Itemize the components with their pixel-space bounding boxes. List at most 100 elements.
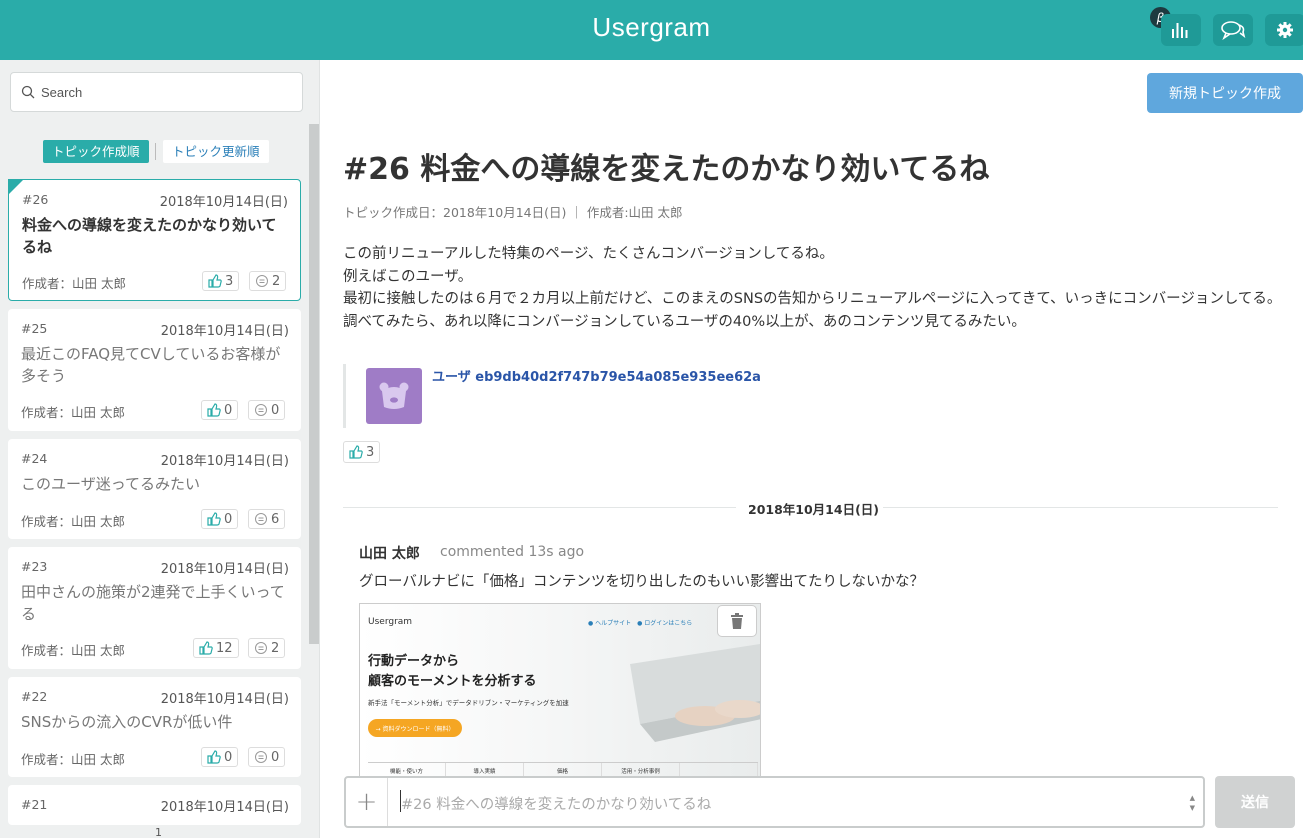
topic-date: 2018年10月14日(日): [160, 324, 289, 339]
chat-button[interactable]: [1213, 14, 1253, 46]
resize-arrows-icon[interactable]: ▲ ▼: [1190, 793, 1195, 813]
topic-card[interactable]: #21 2018年10月14日(日): [8, 785, 301, 825]
topic-body: この前リニューアルした特集のページ、たくさんコンバージョンしてるね。 例えばこの…: [343, 243, 1283, 333]
topic-author: 作成者：山田 太郎: [21, 514, 125, 529]
thumbs-up-icon: [207, 512, 221, 526]
topic-date: 2018年10月14日(日): [160, 562, 289, 577]
attachment-image[interactable]: Usergram ● ヘルプサイト ● ログインはこちら 行動データから 顧客の…: [359, 603, 761, 778]
comment-icon: [255, 404, 267, 416]
topic-date: 2018年10月14日(日): [159, 195, 288, 210]
body-line: 例えばこのユーザ。: [343, 268, 473, 285]
bear-icon: [379, 382, 409, 409]
comment-count-value: 2: [272, 273, 281, 289]
topic-card[interactable]: #22 2018年10月14日(日) SNSからの流入のCVRが低い件 作成者：…: [8, 677, 301, 777]
search-input[interactable]: Search: [10, 72, 303, 112]
topic-author: 作成者：山田 太郎: [21, 752, 125, 767]
body-line: 最初に接触したのは６月で２カ月以上前だけど、このまえのSNSの告知からリニューア…: [343, 291, 1282, 307]
bar-chart-icon: [1172, 23, 1188, 38]
send-button[interactable]: 送信: [1215, 776, 1295, 828]
trash-icon: [731, 613, 743, 629]
gear-icon: [1277, 22, 1293, 38]
like-count-value: 0: [224, 511, 233, 527]
comment-icon: [256, 275, 268, 287]
comment-count: 0: [248, 400, 286, 420]
app-header: Usergram β: [0, 0, 1303, 60]
comment-count-value: 2: [271, 640, 280, 656]
topic-title: 田中さんの施策が2連発で上手くいってる: [21, 583, 285, 623]
topic-author: 作成者：山田 太郎: [21, 405, 125, 420]
topic-heading: #26 料金への導線を変えたのかなり効いてるね: [343, 152, 990, 187]
topic-card[interactable]: #25 2018年10月14日(日) 最近このFAQ見てCVしているお客様が多そ…: [8, 309, 301, 431]
comment-text: グローバルナビに「価格」コンテンツを切り出したのもいい影響出てたりしないかな？: [359, 574, 925, 590]
comment-count: 0: [248, 747, 286, 767]
headline-line: 行動データから: [368, 654, 460, 669]
attachment-headline: 行動データから 顧客のモーメントを分析する: [368, 652, 536, 692]
topic-number: #23: [21, 559, 48, 574]
topic-card[interactable]: #23 2018年10月14日(日) 田中さんの施策が2連発で上手くいってる 作…: [8, 547, 301, 669]
comment-input[interactable]: #26 料金への導線を変えたのかなり効いてるね: [401, 793, 711, 814]
like-count[interactable]: 12: [193, 638, 239, 658]
search-placeholder: Search: [41, 84, 83, 100]
sort-by-created-button[interactable]: トピック作成順: [43, 140, 149, 163]
thumbs-up-icon: [207, 403, 221, 417]
user-avatar[interactable]: [366, 368, 422, 424]
topic-number: #24: [21, 451, 48, 466]
comment-count: 2: [248, 638, 286, 658]
comment-composer[interactable]: + #26 料金への導線を変えたのかなり効いてるね ▲ ▼: [344, 776, 1205, 828]
comment-count: 6: [248, 509, 286, 529]
sort-by-updated-button[interactable]: トピック更新順: [163, 140, 269, 163]
comment-count-value: 0: [271, 749, 280, 765]
headline-line: 顧客のモーメントを分析する: [368, 674, 537, 689]
topic-title: 料金への導線を変えたのかなり効いてるね: [22, 216, 277, 256]
sort-options: トピック作成順 トピック更新順: [0, 140, 310, 164]
topic-title: このユーザ迷ってるみたい: [21, 475, 200, 493]
comment-icon: [255, 513, 267, 525]
like-count-value: 3: [225, 273, 234, 289]
attachment-links: ● ヘルプサイト ● ログインはこちら: [588, 620, 693, 627]
divider-right: [883, 507, 1278, 508]
topic-card[interactable]: #24 2018年10月14日(日) このユーザ迷ってるみたい 作成者：山田 太…: [8, 439, 301, 539]
attach-button[interactable]: +: [346, 778, 388, 826]
thumbs-up-icon: [207, 750, 221, 764]
like-count[interactable]: 0: [201, 747, 239, 767]
topic-author: 作成者：山田 太郎: [21, 643, 125, 658]
topic-title: SNSからの流入のCVRが低い件: [21, 713, 233, 731]
topic-title: 最近このFAQ見てCVしているお客様が多そう: [21, 345, 281, 385]
sidebar-scrollbar[interactable]: [309, 124, 319, 644]
attachment-logo: Usergram: [368, 617, 413, 627]
user-link[interactable]: ユーザ eb9db40d2f747b79e54a085e935ee62a: [432, 366, 761, 385]
search-icon: [21, 85, 35, 99]
attachment-cta: → 資料ダウンロード（無料）: [368, 719, 462, 737]
page-indicator[interactable]: 1: [155, 826, 162, 838]
comment-author: 山田 太郎: [359, 546, 420, 562]
topic-date: 2018年10月14日(日): [160, 800, 289, 815]
topic-like-count: 3: [366, 444, 375, 460]
chat-bubbles-icon: [1221, 21, 1246, 40]
comment-icon: [255, 642, 267, 654]
thumbs-up-icon: [199, 641, 213, 655]
comment-count-value: 0: [271, 402, 280, 418]
like-count-value: 0: [224, 749, 233, 765]
body-line: 調べてみたら、あれ以降にコンバージョンしているユーザの40%以上が、あのコンテン…: [343, 313, 1026, 330]
topic-like-button[interactable]: 3: [343, 441, 381, 463]
delete-attachment-button[interactable]: [717, 605, 757, 637]
analytics-button[interactable]: [1161, 14, 1201, 46]
comment-count-value: 6: [271, 511, 280, 527]
plus-icon: +: [355, 787, 378, 817]
topic-number: #21: [21, 797, 48, 812]
user-reference: ユーザ eb9db40d2f747b79e54a085e935ee62a: [343, 364, 763, 428]
topic-card[interactable]: #26 2018年10月14日(日) 料金への導線を変えたのかなり効いてるね 作…: [8, 179, 301, 301]
topic-date: 2018年10月14日(日): [160, 692, 289, 707]
sort-divider: [155, 143, 156, 160]
topic-detail: 新規トピック作成 #26 料金への導線を変えたのかなり効いてるね トピック作成日…: [320, 60, 1303, 838]
like-count[interactable]: 0: [201, 509, 239, 529]
comment-count: 2: [249, 271, 287, 291]
comment-time: commented 13s ago: [440, 544, 585, 560]
like-count[interactable]: 3: [202, 271, 240, 291]
divider-left: [343, 507, 736, 508]
topic-number: #26: [22, 192, 49, 207]
settings-button[interactable]: [1265, 14, 1303, 46]
like-count[interactable]: 0: [201, 400, 239, 420]
like-count-value: 0: [224, 402, 233, 418]
new-topic-button[interactable]: 新規トピック作成: [1147, 73, 1303, 113]
